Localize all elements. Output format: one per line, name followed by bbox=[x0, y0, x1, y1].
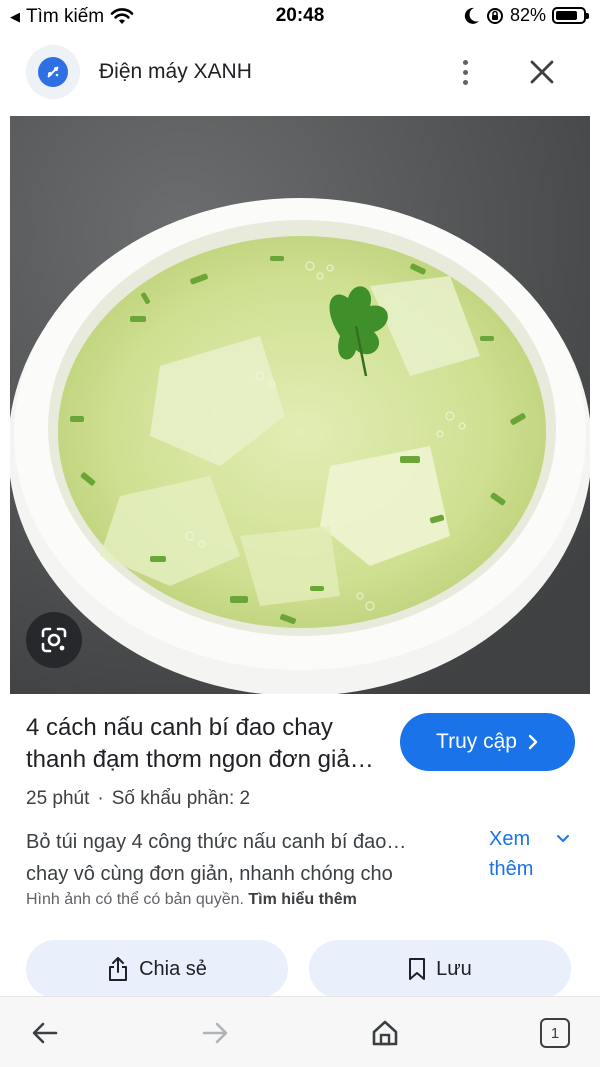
battery-icon bbox=[552, 7, 589, 24]
status-icons: 82% bbox=[464, 5, 589, 26]
learn-more-link[interactable]: Tìm hiểu thêm bbox=[248, 891, 356, 908]
share-button[interactable]: Chia sẻ bbox=[26, 940, 288, 998]
status-bar: ◀ Tìm kiếm 20:48 82% bbox=[0, 0, 600, 34]
visit-button-label: Truy cập bbox=[436, 730, 517, 753]
servings: Số khẩu phần: 2 bbox=[111, 788, 251, 809]
chevron-down-icon[interactable] bbox=[556, 834, 570, 844]
browser-toolbar: 1 bbox=[0, 996, 600, 1067]
battery-percent: 82% bbox=[509, 5, 546, 25]
result-title[interactable]: 4 cách nấu canh bí đao chay thanh đạm th… bbox=[26, 712, 386, 776]
see-more-link[interactable]: Xem thêm bbox=[489, 824, 549, 884]
copyright-text: Hình ảnh có thể có bản quyền. bbox=[26, 891, 244, 908]
forward-icon[interactable] bbox=[195, 1013, 235, 1053]
save-button-label: Lưu bbox=[436, 957, 472, 980]
bookmark-icon bbox=[409, 958, 426, 980]
recipe-image[interactable] bbox=[10, 116, 590, 694]
battery-level bbox=[556, 11, 578, 20]
description-line-2: chay vô cùng đơn giản, nhanh chóng cho bbox=[26, 863, 393, 885]
cook-time: 25 phút bbox=[26, 788, 90, 809]
dienmayxanh-logo-icon[interactable] bbox=[26, 45, 80, 99]
site-name[interactable]: Điện máy XANH bbox=[99, 60, 252, 84]
more-vert-icon[interactable] bbox=[453, 54, 477, 90]
chevron-right-icon bbox=[528, 734, 538, 750]
save-button[interactable]: Lưu bbox=[309, 940, 571, 998]
share-button-label: Chia sẻ bbox=[139, 957, 207, 980]
moon-icon bbox=[464, 7, 479, 24]
description-line-1: Bỏ túi ngay 4 công thức nấu canh bí đao… bbox=[26, 831, 407, 853]
tabs-icon[interactable]: 1 bbox=[535, 1013, 575, 1053]
description: Bỏ túi ngay 4 công thức nấu canh bí đao…… bbox=[26, 826, 466, 890]
site-header: Điện máy XANH bbox=[0, 40, 600, 106]
copyright-notice: Hình ảnh có thể có bản quyền. Tìm hiểu t… bbox=[26, 891, 357, 909]
meta-separator: · bbox=[97, 788, 104, 809]
google-lens-icon[interactable] bbox=[26, 612, 82, 668]
recipe-meta: 25 phút · Số khẩu phần: 2 bbox=[26, 788, 250, 810]
visit-button[interactable]: Truy cập bbox=[400, 713, 575, 771]
home-icon[interactable] bbox=[365, 1013, 405, 1053]
tab-count: 1 bbox=[540, 1018, 570, 1048]
close-icon[interactable] bbox=[524, 54, 560, 90]
back-icon[interactable] bbox=[25, 1013, 65, 1053]
orientation-lock-icon bbox=[486, 7, 503, 24]
share-icon bbox=[109, 957, 128, 981]
